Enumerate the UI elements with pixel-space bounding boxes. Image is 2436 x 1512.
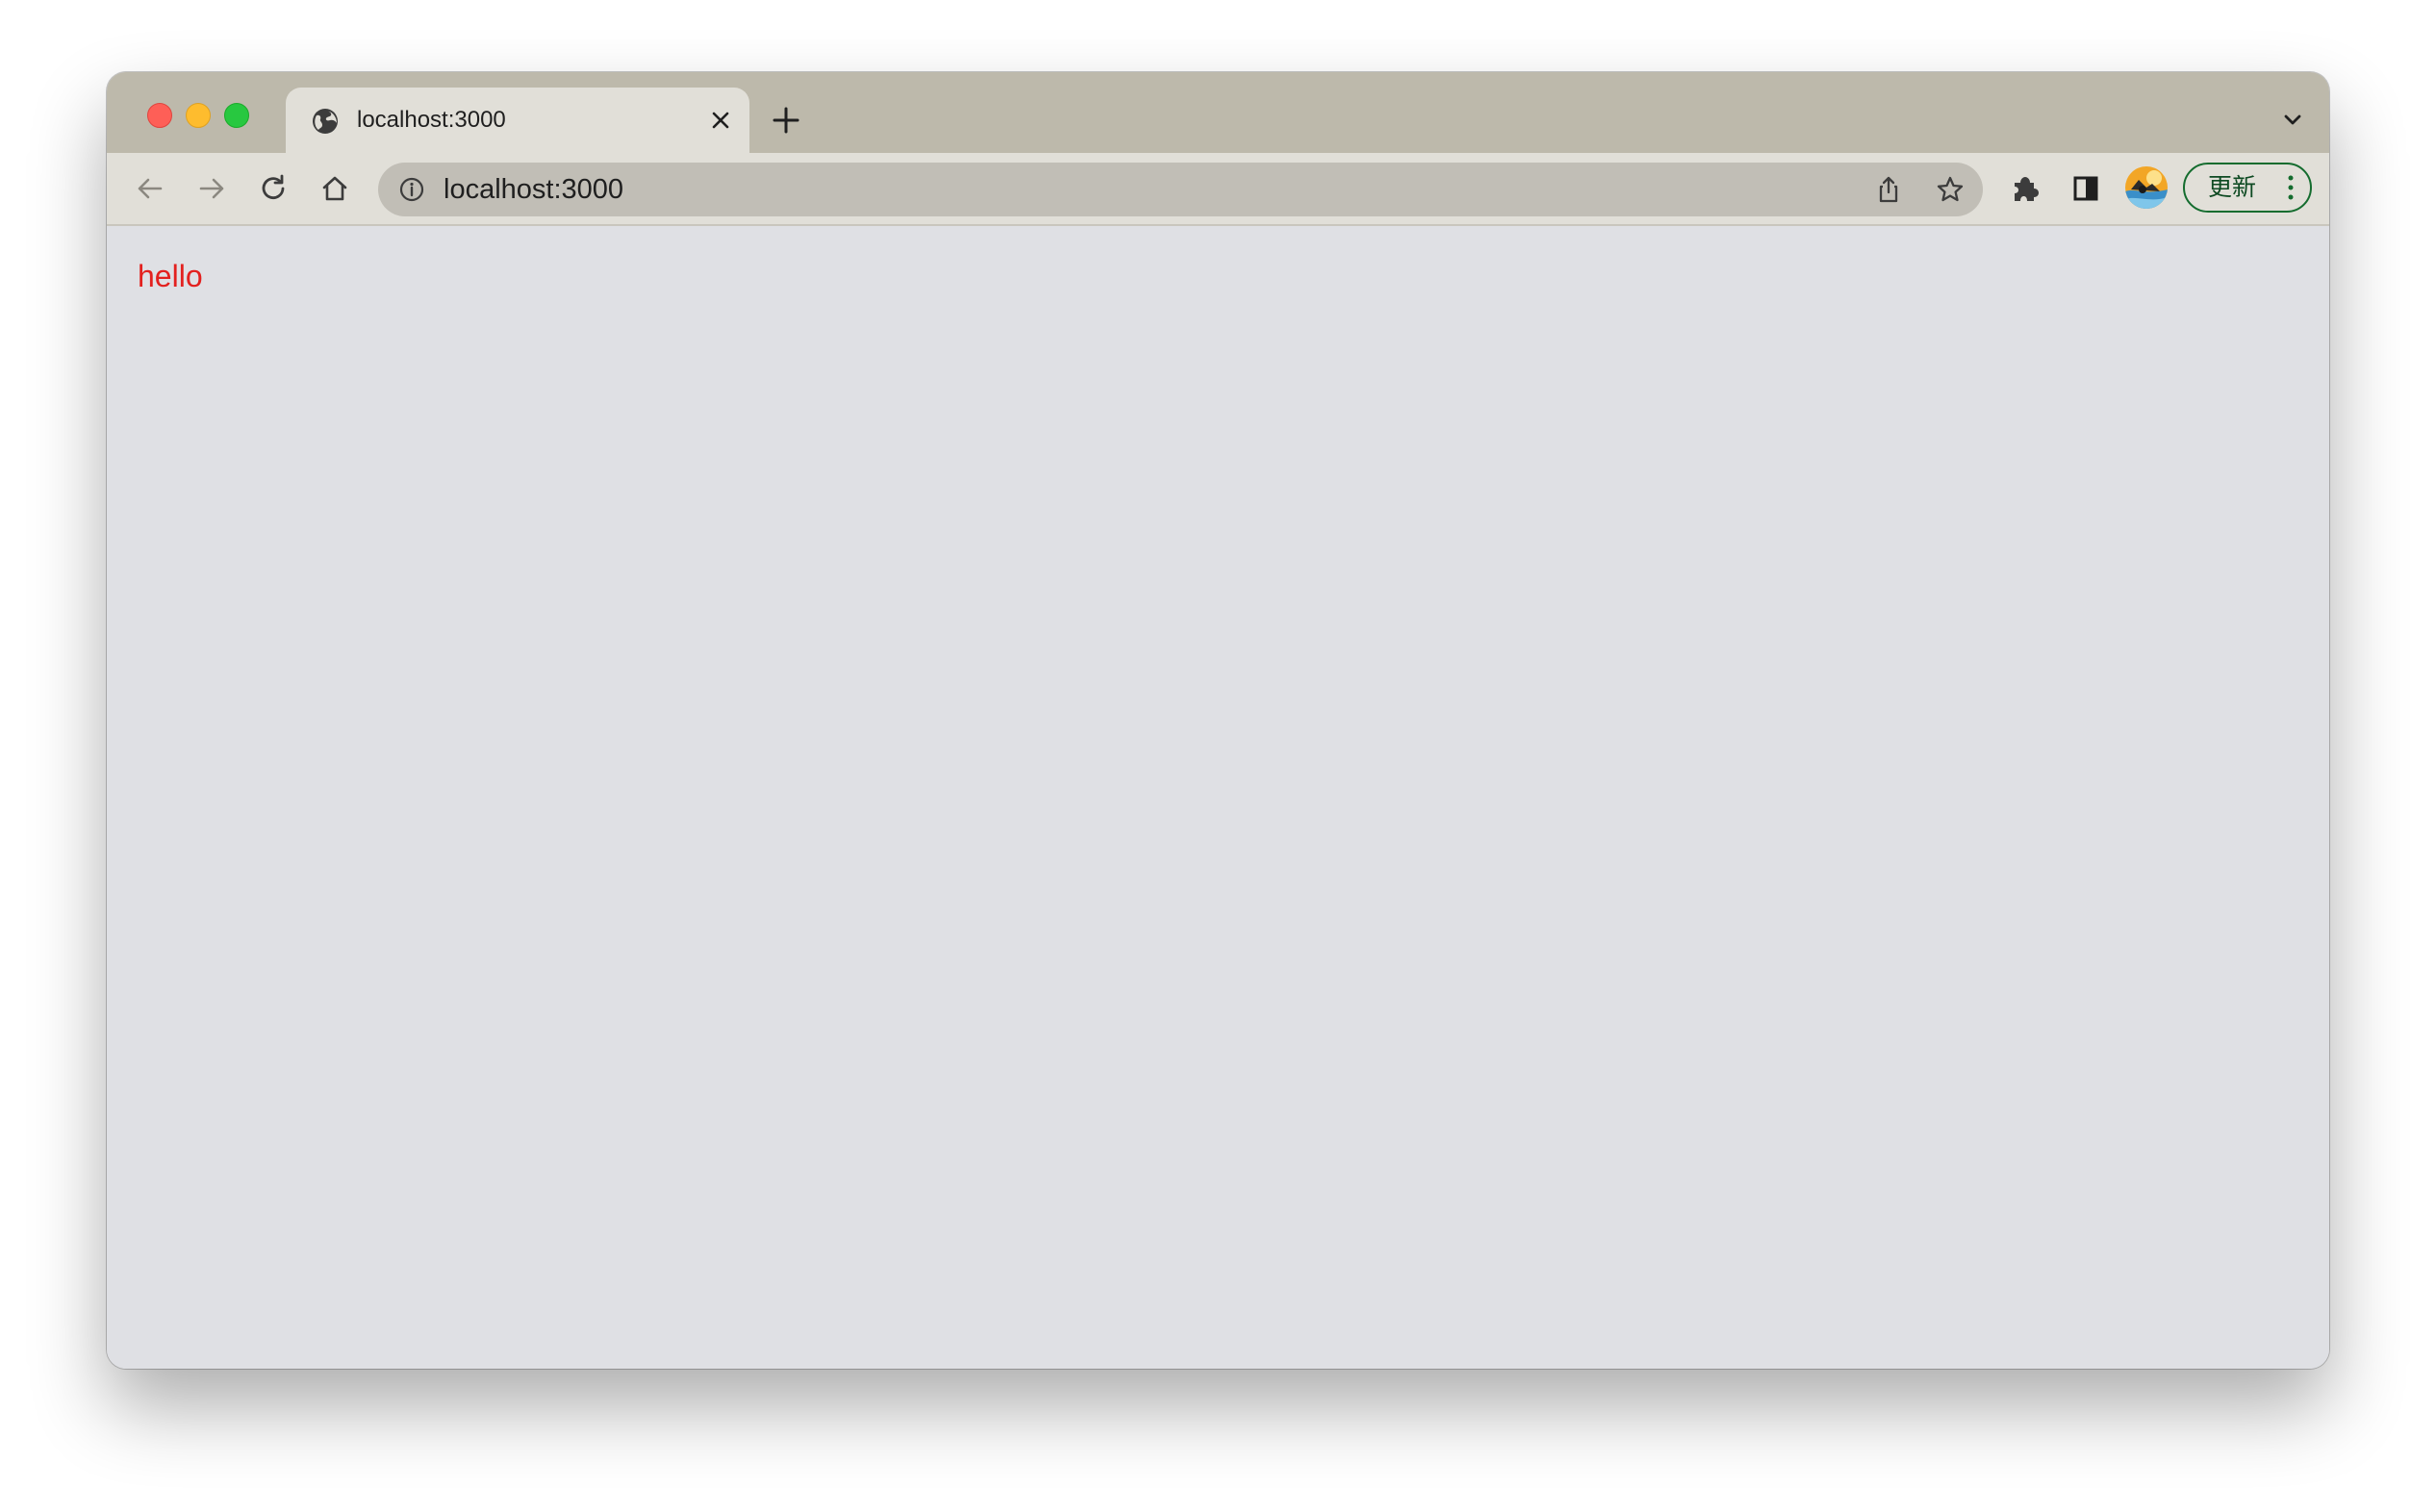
toolbar: localhost:3000 更新 [107,153,2329,226]
hello-text: hello [138,259,203,293]
maximize-window-icon[interactable] [224,103,249,128]
address-bar[interactable]: localhost:3000 [378,163,1983,216]
minimize-window-icon[interactable] [186,103,211,128]
reload-icon[interactable] [255,170,292,207]
chevron-down-icon[interactable] [2279,107,2306,134]
more-vertical-icon[interactable] [2285,174,2296,201]
arrow-left-icon[interactable] [132,170,168,207]
puzzle-icon[interactable] [2006,170,2043,207]
close-window-icon[interactable] [147,103,172,128]
info-icon[interactable] [397,175,426,204]
globe-icon [313,109,338,134]
side-panel-icon[interactable] [2068,170,2104,207]
plus-icon[interactable] [769,103,803,138]
avatar-image [2125,166,2168,209]
star-icon[interactable] [1935,174,1966,205]
tab-localhost[interactable]: localhost:3000 [286,88,749,153]
close-icon[interactable] [707,107,734,134]
tab-strip: localhost:3000 [107,72,2329,153]
tab-title: localhost:3000 [357,107,506,133]
arrow-right-icon[interactable] [193,170,230,207]
update-button[interactable]: 更新 [2183,163,2312,213]
browser-window: localhost:3000 localhost:3000 更新 hello [107,72,2329,1369]
avatar[interactable] [2125,166,2168,209]
page-content: hello [107,226,2329,1369]
update-label: 更新 [2208,173,2257,201]
share-icon[interactable] [1873,174,1904,205]
home-icon[interactable] [317,170,353,207]
url-text[interactable]: localhost:3000 [444,163,623,216]
